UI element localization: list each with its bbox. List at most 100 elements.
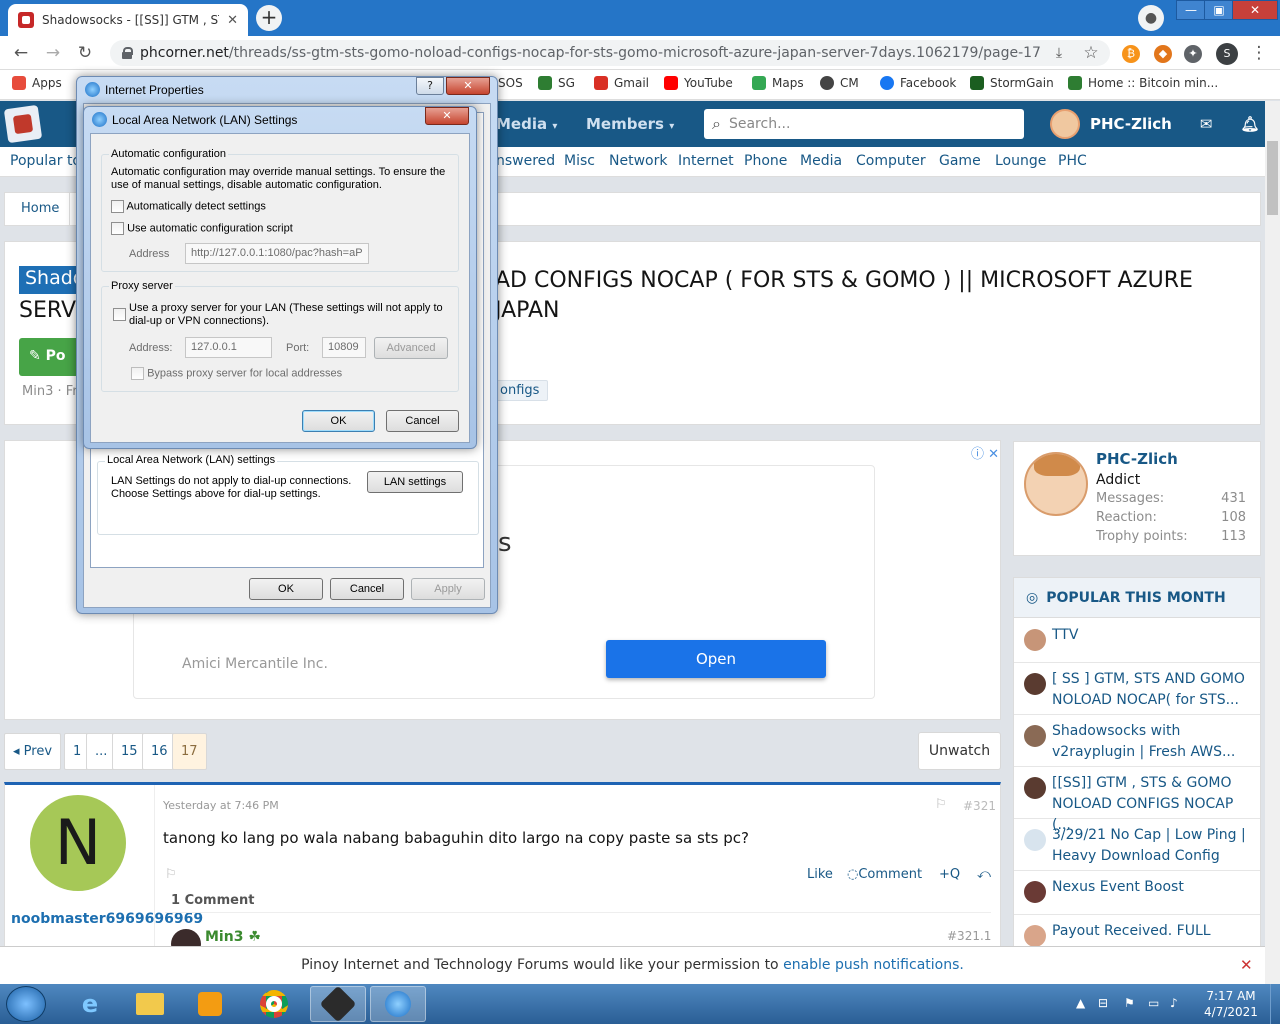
subnav-internet[interactable]: Internet [678,153,734,169]
site-search-input[interactable]: ⌕ Search... [704,109,1024,139]
bookmark-icon[interactable]: ⚐ [935,797,947,812]
subnav-unanswered[interactable]: nswered [496,153,555,169]
quote-button[interactable]: +Q [939,867,960,882]
start-button[interactable] [6,986,46,1022]
bookmark-cm[interactable]: CM [820,76,859,90]
bookmark-gmail[interactable]: Gmail [594,76,649,90]
like-button[interactable]: Like [807,867,833,882]
advanced-button[interactable]: Advanced [374,337,448,359]
post-date[interactable]: Yesterday at 7:46 PM [163,799,279,812]
phcorner-logo[interactable] [3,104,43,144]
address-bar[interactable]: phcorner.net/threads/ss-gtm-sts-gomo-nol… [110,40,1110,66]
help-button[interactable]: ? [416,77,444,95]
port-field[interactable]: 10809 [322,337,366,358]
pagination-prev[interactable]: ◂ Prev [4,733,62,770]
subnav-game[interactable]: Game [939,153,981,169]
bypass-local-checkbox[interactable]: Bypass proxy server for local addresses [131,367,342,380]
reload-icon[interactable]: ↻ [74,42,96,64]
pagination-current-page[interactable]: 17 [172,733,207,770]
forward-arrow-icon[interactable]: → [42,42,64,64]
comment-button[interactable]: ◌Comment [847,867,922,882]
user-menu[interactable]: PHC-Zlich ✉ 🔔︎ [1050,109,1259,139]
proxy-address-field[interactable]: 127.0.0.1 [185,337,272,358]
subnav-network[interactable]: Network [609,153,667,169]
reply-icon[interactable]: ⤺ [977,867,991,882]
network-tray-icon[interactable]: ⊟ [1098,996,1108,1010]
ok-button[interactable]: OK [302,410,375,432]
ok-button[interactable]: OK [249,578,323,600]
popular-item[interactable]: Shadowsocks with v2rayplugin | Fresh AWS… [1014,715,1260,767]
internet-explorer-icon[interactable]: e [62,986,118,1022]
adchoices-icon[interactable]: ⓘ ✕ [971,443,999,462]
bookmark-stormgain[interactable]: StormGain [970,76,1054,90]
internet-options-taskbar-icon[interactable] [370,986,426,1022]
display-tray-icon[interactable]: ▭ [1148,996,1159,1010]
cancel-button[interactable]: Cancel [330,578,404,600]
reply-author[interactable]: Min3 ☘ [205,929,261,945]
profile-avatar[interactable] [1024,452,1088,516]
thread-tag[interactable]: onfigs [491,380,549,401]
ad-open-button[interactable]: Open [606,640,826,678]
bookmark-sg[interactable]: SG [538,76,575,90]
subnav-phone[interactable]: Phone [744,153,787,169]
bookmark-bitcoin-mining[interactable]: Home :: Bitcoin min... [1068,76,1218,90]
popular-item[interactable]: [ SS ] GTM, STS AND GOMO NOLOAD NOCAP( f… [1014,663,1260,715]
script-address-field[interactable]: http://127.0.0.1:1080/pac?hash=aP [185,243,369,264]
bell-icon[interactable]: 🔔︎ [1240,115,1259,133]
post-number[interactable]: #321 [963,799,996,813]
popular-item[interactable]: [[SS]] GTM , STS & GOMO NOLOAD CONFIGS N… [1014,767,1260,833]
bookmark-star-icon[interactable]: ☆ [1080,42,1102,64]
new-tab-button[interactable]: + [256,5,282,31]
maximize-button[interactable]: ▣ [1204,0,1234,20]
enable-notifications-link[interactable]: enable push notifications. [783,957,964,973]
show-hidden-icons[interactable]: ▲ [1076,996,1085,1010]
lan-settings-button[interactable]: LAN settings [367,471,463,493]
subnav-phc[interactable]: PHC [1058,153,1087,169]
back-arrow-icon[interactable]: ← [10,42,32,64]
action-center-icon[interactable]: ⚑ [1124,996,1135,1010]
post-author[interactable]: noobmaster6969696969 [11,909,203,930]
subnav-media[interactable]: Media [800,153,842,169]
nox-player-icon[interactable] [310,985,366,1023]
bookmark-youtube[interactable]: YouTube [664,76,733,90]
bookmark-maps[interactable]: Maps [752,76,804,90]
auto-detect-checkbox[interactable]: Automatically detect settings [111,200,266,213]
install-icon[interactable]: ⤓ [1048,42,1070,64]
subnav-lounge[interactable]: Lounge [995,153,1046,169]
metamask-extension-icon[interactable]: ◆ [1154,45,1172,63]
bookmark-sos[interactable]: SOS [498,76,523,90]
bookmark-apps[interactable]: Apps [12,76,62,90]
profile-avatar[interactable]: S [1216,43,1238,65]
chrome-icon[interactable] [246,986,302,1022]
popular-item[interactable]: Payout Received. FULL [1014,915,1260,947]
popular-item[interactable]: TTV [1014,619,1260,663]
minimize-button[interactable]: — [1176,0,1206,20]
inbox-icon[interactable]: ✉ [1200,115,1213,133]
chrome-profile-icon[interactable]: ● [1138,5,1164,31]
scrollbar-thumb[interactable] [1267,141,1278,215]
post-reply-button[interactable]: ✎ Po [19,338,79,376]
cancel-button[interactable]: Cancel [386,410,459,432]
avatar[interactable]: N [30,795,126,891]
popular-item[interactable]: 3/29/21 No Cap | Low Ping | Heavy Downlo… [1014,819,1260,871]
unwatch-button[interactable]: Unwatch [918,732,1001,770]
profile-name[interactable]: PHC-Zlich [1096,450,1178,468]
close-button[interactable]: ✕ [446,77,490,95]
close-icon[interactable]: ✕ [1240,947,1253,983]
system-clock[interactable]: 7:17 AM 4/7/2021 [1196,988,1266,1020]
show-desktop-button[interactable] [1270,984,1280,1024]
bookmark-facebook[interactable]: Facebook [880,76,956,90]
close-button[interactable]: ✕ [425,107,469,125]
reply-number[interactable]: #321.1 [947,929,991,943]
auto-script-checkbox[interactable]: Use automatic configuration script [111,222,293,235]
bitcoin-extension-icon[interactable]: ₿ [1122,45,1140,63]
subnav-computer[interactable]: Computer [856,153,926,169]
window-close-button[interactable]: ✕ [1232,0,1278,20]
subnav-popular[interactable]: Popular to [10,153,81,169]
volume-icon[interactable]: ♪ [1170,996,1178,1010]
media-player-icon[interactable] [182,986,238,1022]
comment-count[interactable]: 1 Comment [165,889,991,913]
subnav-misc[interactable]: Misc [564,153,595,169]
chrome-menu-icon[interactable]: ⋮ [1248,42,1270,64]
file-explorer-icon[interactable] [122,986,178,1022]
